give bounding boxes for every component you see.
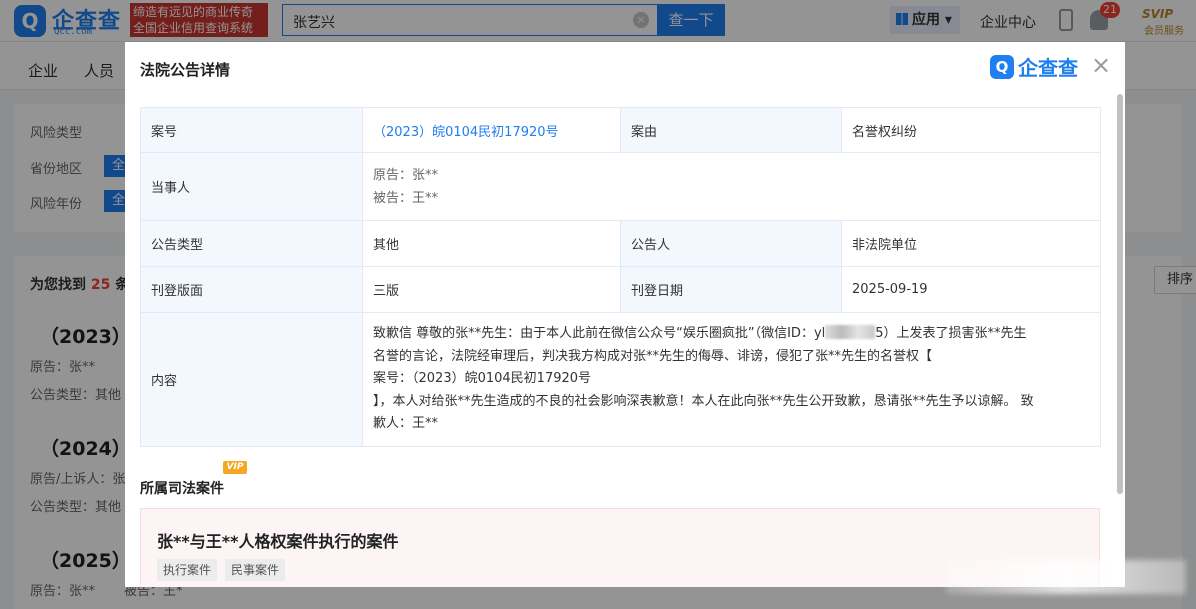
qcc-logo-text: 企查查: [1018, 56, 1078, 80]
case-no-cell: （2023）皖0104民初17920号: [362, 107, 621, 153]
content-line: 致歉信 尊敬的张**先生：由于本人此前在微信公众号“娱乐圈疯批”（微信ID：yl…: [373, 325, 1027, 342]
cause-value: 名誉权纠纷: [841, 107, 1101, 153]
notice-type-value: 其他: [362, 220, 621, 267]
page-value: 三版: [362, 266, 621, 313]
table-row: 刊登版面 三版 刊登日期 2025-09-19: [140, 266, 1101, 313]
case-no-link[interactable]: （2023）皖0104民初17920号: [373, 125, 559, 140]
table-row: 公告类型 其他 公告人 非法院单位: [140, 220, 1101, 267]
announcer-value: 非法院单位: [841, 220, 1101, 267]
close-icon[interactable]: ×: [1090, 53, 1112, 77]
related-cases-title: 所属司法案件: [140, 481, 224, 497]
blurred-redaction: [825, 325, 876, 340]
case-no-label: 案号: [140, 107, 363, 153]
plaintiff: 原告：张**: [373, 167, 439, 183]
parties-label: 当事人: [140, 152, 363, 221]
content-label: 内容: [140, 312, 363, 447]
court-notice-detail-modal: 法院公告详情 Q 企查查 × 案号 （2023）皖0104民初17920号 案由…: [125, 42, 1125, 587]
notice-type-label: 公告类型: [140, 220, 363, 267]
content-line: 案号：（2023）皖0104民初17920号: [373, 371, 592, 387]
modal-title: 法院公告详情: [140, 61, 231, 79]
page-label: 刊登版面: [140, 266, 363, 313]
content-line: 名誉的言论，法院经审理后，判决我方构成对张**先生的侮辱、诽谤，侵犯了张**先生…: [373, 348, 933, 364]
table-row: 内容 致歉信 尊敬的张**先生：由于本人此前在微信公众号“娱乐圈疯批”（微信ID…: [140, 312, 1101, 447]
related-case-title[interactable]: 张**与王**人格权案件执行的案件: [157, 528, 398, 552]
date-label: 刊登日期: [620, 266, 842, 313]
case-tag: 民事案件: [225, 559, 286, 581]
watermark: [946, 560, 1186, 594]
notice-detail-table: 案号 （2023）皖0104民初17920号 案由 名誉权纠纷 当事人 原告：张…: [140, 107, 1101, 447]
table-row: 当事人 原告：张** 被告：王**: [140, 152, 1101, 221]
content-line: 】，本人对给张**先生造成的不良的社会影响深表歉意！本人在此向张**先生公开致歉…: [373, 393, 1034, 409]
content-value: 致歉信 尊敬的张**先生：由于本人此前在微信公众号“娱乐圈疯批”（微信ID：yl…: [362, 312, 1101, 447]
cause-label: 案由: [620, 107, 842, 153]
case-tag: 执行案件: [157, 559, 218, 581]
parties-value: 原告：张** 被告：王**: [362, 152, 1101, 221]
modal-scrollbar[interactable]: [1117, 94, 1123, 494]
vip-badge-icon: VIP: [223, 461, 247, 474]
date-value: 2025-09-19: [841, 266, 1101, 313]
table-row: 案号 （2023）皖0104民初17920号 案由 名誉权纠纷: [140, 107, 1101, 153]
content-line: 歉人：王**: [373, 416, 439, 432]
qcc-logo-icon: Q: [990, 55, 1014, 79]
defendant: 被告：王**: [373, 190, 439, 206]
announcer-label: 公告人: [620, 220, 842, 267]
